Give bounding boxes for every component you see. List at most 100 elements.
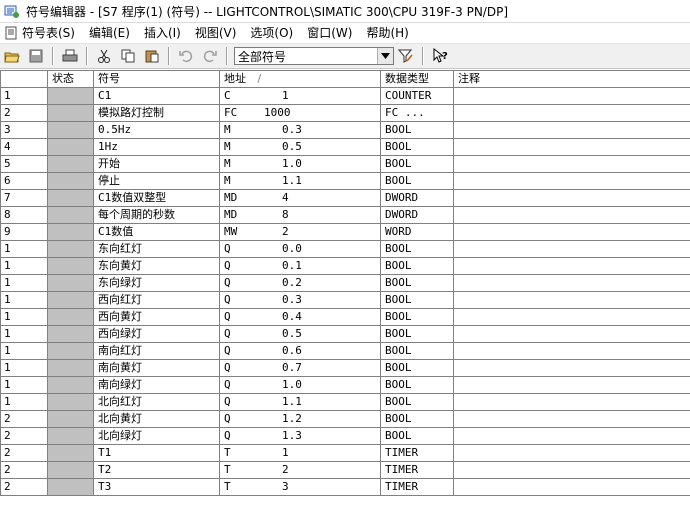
table-row[interactable]: 1 北向红灯 Q 1.1 BOOL — [0, 393, 690, 411]
address-cell[interactable]: Q 0.7 — [219, 359, 381, 377]
address-cell[interactable]: Q 0.0 — [219, 240, 381, 258]
row-number-cell[interactable]: 1 — [0, 342, 48, 360]
table-row[interactable]: 2 T1 T 1 TIMER — [0, 444, 690, 462]
comment-cell[interactable] — [453, 393, 690, 411]
address-cell[interactable]: MD 4 — [219, 189, 381, 207]
table-row[interactable]: 1 西向绿灯 Q 0.5 BOOL — [0, 325, 690, 343]
comment-cell[interactable] — [453, 342, 690, 360]
table-row[interactable]: 1 C1 C 1 COUNTER — [0, 87, 690, 105]
comment-cell[interactable] — [453, 359, 690, 377]
address-cell[interactable]: Q 1.1 — [219, 393, 381, 411]
symbol-cell[interactable]: 西向绿灯 — [93, 325, 220, 343]
table-row[interactable]: 2 模拟路灯控制 FC 1000 FC ... — [0, 104, 690, 122]
symbol-cell[interactable]: 每个周期的秒数 — [93, 206, 220, 224]
table-row[interactable]: 1 东向绿灯 Q 0.2 BOOL — [0, 274, 690, 292]
datatype-cell[interactable]: BOOL — [380, 155, 454, 173]
address-cell[interactable]: Q 0.6 — [219, 342, 381, 360]
menu-view[interactable]: 视图(V) — [188, 23, 244, 43]
table-row[interactable]: 7 C1数值双整型 MD 4 DWORD — [0, 189, 690, 207]
address-cell[interactable]: Q 0.3 — [219, 291, 381, 309]
table-row[interactable]: 4 1Hz M 0.5 BOOL — [0, 138, 690, 156]
comment-cell[interactable] — [453, 376, 690, 394]
save-icon[interactable] — [26, 46, 46, 66]
chevron-down-icon[interactable] — [377, 48, 393, 64]
symbol-cell[interactable]: 南向红灯 — [93, 342, 220, 360]
row-number-cell[interactable]: 1 — [0, 393, 48, 411]
row-number-cell[interactable]: 1 — [0, 376, 48, 394]
address-cell[interactable]: Q 0.4 — [219, 308, 381, 326]
datatype-cell[interactable]: BOOL — [380, 138, 454, 156]
open-icon[interactable] — [2, 46, 22, 66]
row-number-cell[interactable]: 5 — [0, 155, 48, 173]
address-cell[interactable]: C1 — [219, 87, 381, 105]
datatype-cell[interactable]: TIMER — [380, 444, 454, 462]
table-row[interactable]: 1 西向黄灯 Q 0.4 BOOL — [0, 308, 690, 326]
menu-help[interactable]: 帮助(H) — [359, 23, 415, 43]
symbol-cell[interactable]: 东向红灯 — [93, 240, 220, 258]
comment-cell[interactable] — [453, 155, 690, 173]
table-row[interactable]: 3 0.5Hz M 0.3 BOOL — [0, 121, 690, 139]
symbol-cell[interactable]: 停止 — [93, 172, 220, 190]
row-number-cell[interactable]: 1 — [0, 308, 48, 326]
symbol-cell[interactable]: C1 — [93, 87, 220, 105]
cut-icon[interactable] — [94, 46, 114, 66]
comment-cell[interactable] — [453, 325, 690, 343]
address-cell[interactable]: FC 1000 — [219, 104, 381, 122]
address-cell[interactable]: T2 — [219, 461, 381, 479]
address-cell[interactable]: Q 1.2 — [219, 410, 381, 428]
symbol-cell[interactable]: C1数值 — [93, 223, 220, 241]
row-number-cell[interactable]: 1 — [0, 257, 48, 275]
address-cell[interactable]: MD 8 — [219, 206, 381, 224]
comment-cell[interactable] — [453, 291, 690, 309]
address-cell[interactable]: MW 2 — [219, 223, 381, 241]
datatype-column-header[interactable]: 数据类型 — [380, 70, 454, 88]
row-number-cell[interactable]: 1 — [0, 87, 48, 105]
row-number-cell[interactable]: 8 — [0, 206, 48, 224]
redo-icon[interactable] — [200, 46, 220, 66]
row-number-cell[interactable]: 7 — [0, 189, 48, 207]
datatype-cell[interactable]: COUNTER — [380, 87, 454, 105]
datatype-cell[interactable]: TIMER — [380, 461, 454, 479]
datatype-cell[interactable]: BOOL — [380, 240, 454, 258]
symbol-cell[interactable]: T2 — [93, 461, 220, 479]
datatype-cell[interactable]: TIMER — [380, 478, 454, 496]
print-icon[interactable] — [60, 46, 80, 66]
row-number-cell[interactable]: 2 — [0, 478, 48, 496]
comment-cell[interactable] — [453, 240, 690, 258]
comment-cell[interactable] — [453, 461, 690, 479]
menu-insert[interactable]: 插入(I) — [137, 23, 188, 43]
datatype-cell[interactable]: FC ... — [380, 104, 454, 122]
table-row[interactable]: 5 开始 M 1.0 BOOL — [0, 155, 690, 173]
comment-cell[interactable] — [453, 427, 690, 445]
datatype-cell[interactable]: BOOL — [380, 393, 454, 411]
symbol-column-header[interactable]: 符号 — [93, 70, 220, 88]
table-row[interactable]: 1 东向红灯 Q 0.0 BOOL — [0, 240, 690, 258]
state-column-header[interactable]: 状态 — [47, 70, 94, 88]
symbol-cell[interactable]: T1 — [93, 444, 220, 462]
symbol-cell[interactable]: 南向绿灯 — [93, 376, 220, 394]
datatype-cell[interactable]: BOOL — [380, 325, 454, 343]
row-number-cell[interactable]: 1 — [0, 291, 48, 309]
table-row[interactable]: 1 南向红灯 Q 0.6 BOOL — [0, 342, 690, 360]
comment-cell[interactable] — [453, 410, 690, 428]
symbol-cell[interactable]: 模拟路灯控制 — [93, 104, 220, 122]
comment-cell[interactable] — [453, 138, 690, 156]
row-number-cell[interactable]: 9 — [0, 223, 48, 241]
address-column-header[interactable]: 地址 / — [219, 70, 381, 88]
row-number-cell[interactable]: 1 — [0, 240, 48, 258]
copy-icon[interactable] — [118, 46, 138, 66]
datatype-cell[interactable]: BOOL — [380, 359, 454, 377]
symbol-cell[interactable]: 南向黄灯 — [93, 359, 220, 377]
symbol-cell[interactable]: 北向红灯 — [93, 393, 220, 411]
table-row[interactable]: 1 东向黄灯 Q 0.1 BOOL — [0, 257, 690, 275]
symbol-cell[interactable]: 1Hz — [93, 138, 220, 156]
table-row[interactable]: 1 南向黄灯 Q 0.7 BOOL — [0, 359, 690, 377]
datatype-cell[interactable]: BOOL — [380, 172, 454, 190]
help-icon[interactable]: ? — [430, 46, 450, 66]
datatype-cell[interactable]: DWORD — [380, 189, 454, 207]
address-cell[interactable]: M 0.5 — [219, 138, 381, 156]
address-cell[interactable]: Q 0.5 — [219, 325, 381, 343]
address-cell[interactable]: Q 0.1 — [219, 257, 381, 275]
symbol-cell[interactable]: 西向黄灯 — [93, 308, 220, 326]
row-number-cell[interactable]: 2 — [0, 444, 48, 462]
